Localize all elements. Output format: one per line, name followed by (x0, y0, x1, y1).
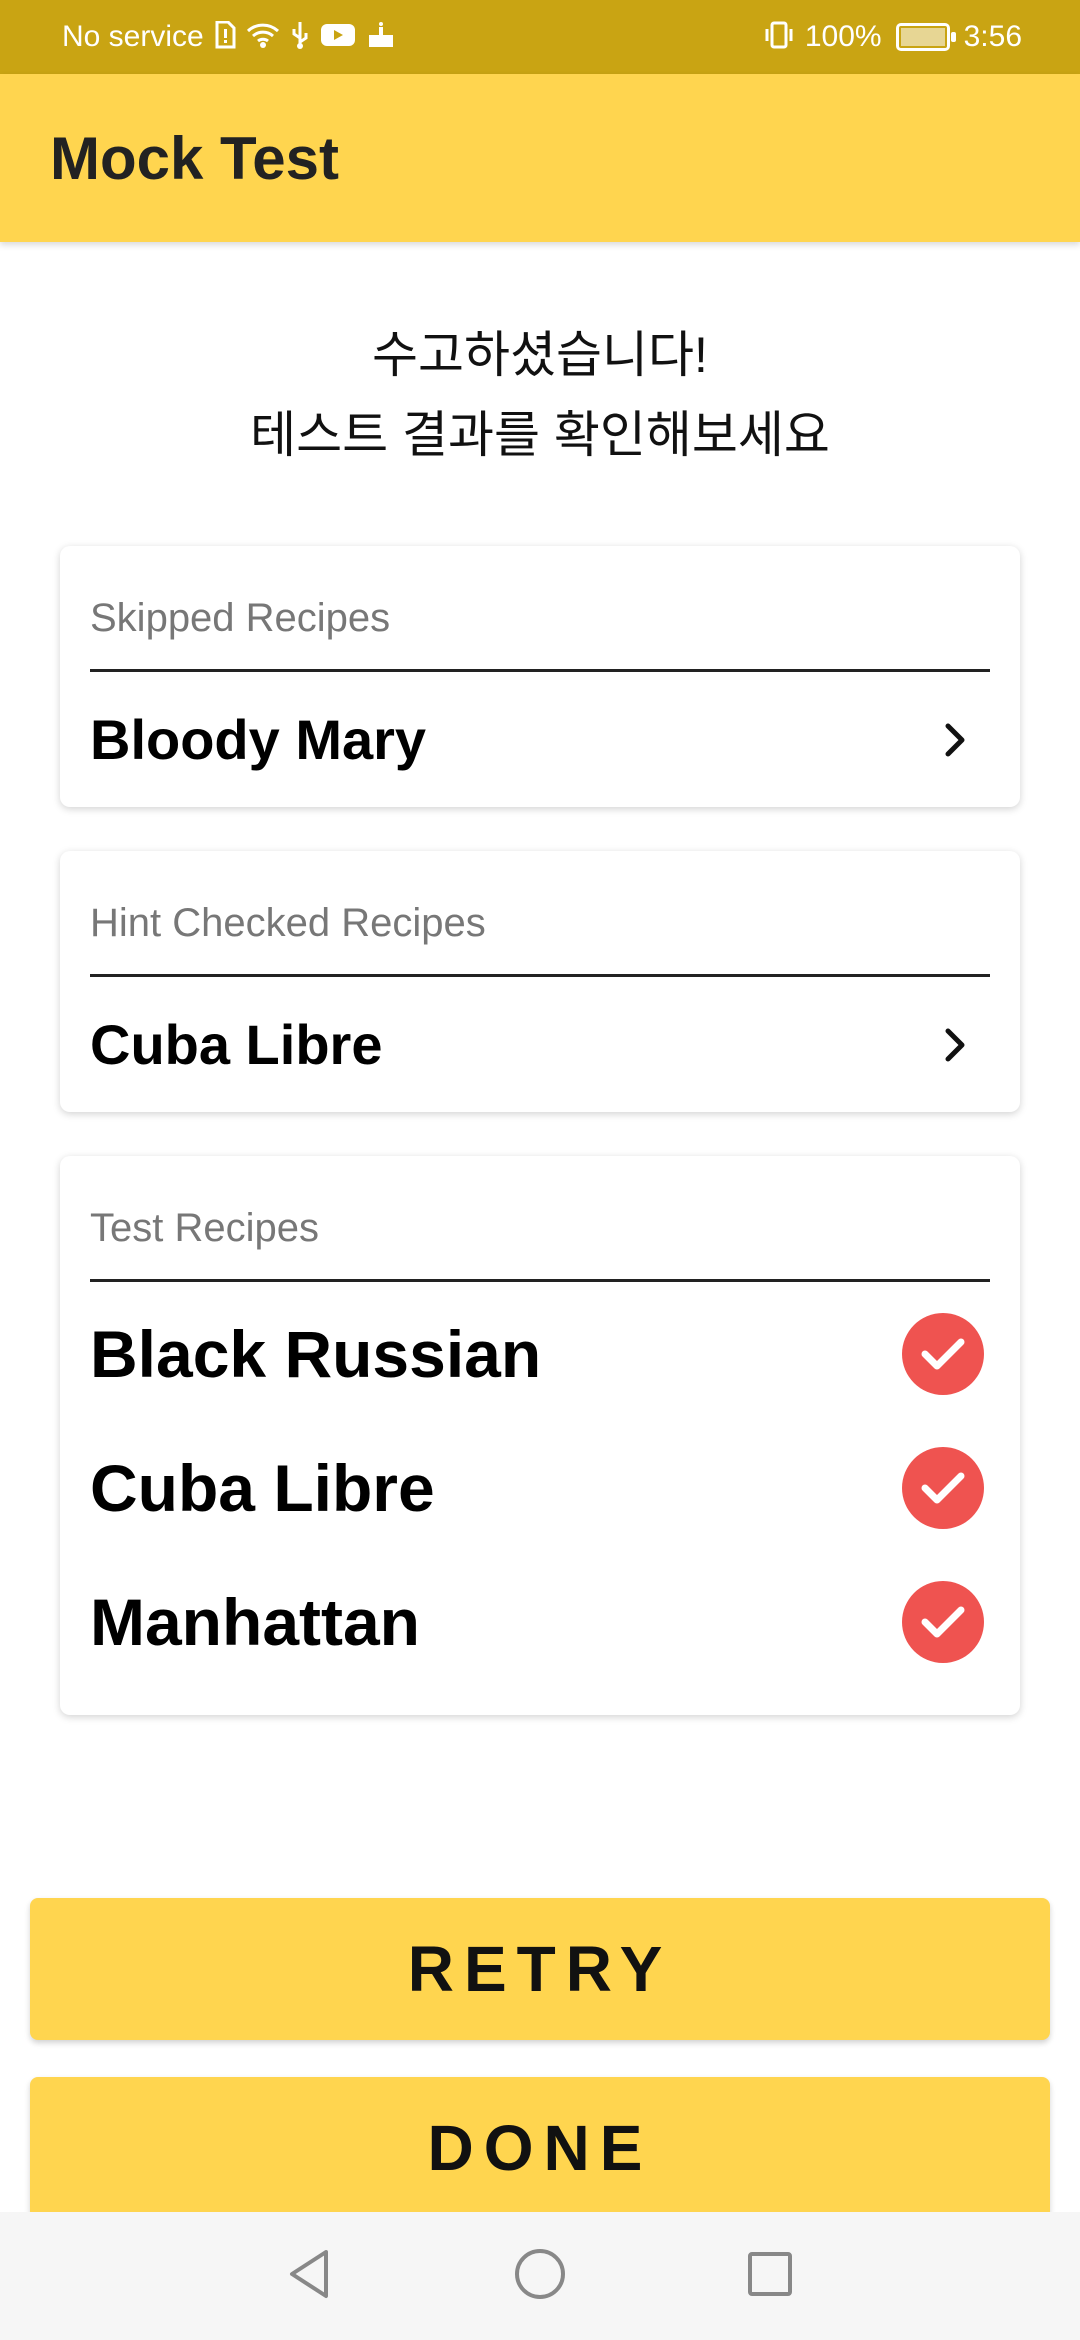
battery-percent: 100% (804, 20, 882, 53)
recents-square-icon (746, 2250, 794, 2303)
page-title: Mock Test (50, 124, 339, 192)
done-button[interactable]: DONE (30, 2077, 1050, 2219)
carrier-text: No service (62, 20, 204, 53)
skipped-recipes-card: Skipped Recipes Bloody Mary (60, 546, 1020, 807)
retry-button[interactable]: RETRY (30, 1898, 1050, 2040)
list-item: Manhattan (90, 1555, 990, 1689)
recents-button[interactable] (655, 2226, 885, 2326)
usb-icon (290, 20, 310, 55)
list-item: Black Russian (90, 1287, 990, 1421)
check-circle-icon (902, 1447, 984, 1529)
result-message: 수고하셨습니다! 테스트 결과를 확인해보세요 (0, 315, 1080, 475)
card-title: Hint Checked Recipes (90, 851, 990, 977)
card-title: Skipped Recipes (90, 546, 990, 672)
chevron-right-icon (920, 705, 990, 775)
recipe-name: Cuba Libre (90, 1013, 383, 1076)
card-title: Test Recipes (90, 1156, 990, 1282)
result-message-line2: 테스트 결과를 확인해보세요 (250, 407, 830, 463)
navigation-bar (0, 2212, 1080, 2340)
app-bar: Mock Test (0, 74, 1080, 242)
home-button[interactable] (425, 2226, 655, 2326)
status-right: 100% 3:56 (763, 20, 1022, 54)
chevron-right-icon (920, 1010, 990, 1080)
recipe-name: Cuba Libre (90, 1451, 435, 1525)
hint-checked-recipes-card: Hint Checked Recipes Cuba Libre (60, 851, 1020, 1112)
check-circle-icon (902, 1581, 984, 1663)
recipe-name: Black Russian (90, 1317, 542, 1391)
clock: 3:56 (963, 20, 1022, 53)
status-left: No service (62, 20, 396, 55)
test-recipes-card: Test Recipes Black Russian Cuba Libre Ma… (60, 1156, 1020, 1715)
hint-recipe-row[interactable]: Cuba Libre (90, 977, 990, 1112)
status-bar: No service 100% 3:56 (0, 0, 1080, 74)
youtube-icon (320, 22, 356, 53)
recipe-name: Bloody Mary (90, 708, 427, 771)
wifi-icon (246, 21, 280, 54)
back-triangle-icon (286, 2248, 334, 2305)
list-item: Cuba Libre (90, 1421, 990, 1555)
recipe-name: Manhattan (90, 1585, 420, 1659)
result-message-line1: 수고하셨습니다! (372, 327, 708, 383)
check-circle-icon (902, 1313, 984, 1395)
skipped-recipe-row[interactable]: Bloody Mary (90, 672, 990, 807)
cake-icon (366, 21, 396, 54)
back-button[interactable] (195, 2226, 425, 2326)
battery-charging-icon (895, 23, 956, 51)
home-circle-icon (513, 2247, 567, 2306)
vibrate-icon (763, 21, 795, 54)
sim-alert-icon (214, 20, 236, 54)
